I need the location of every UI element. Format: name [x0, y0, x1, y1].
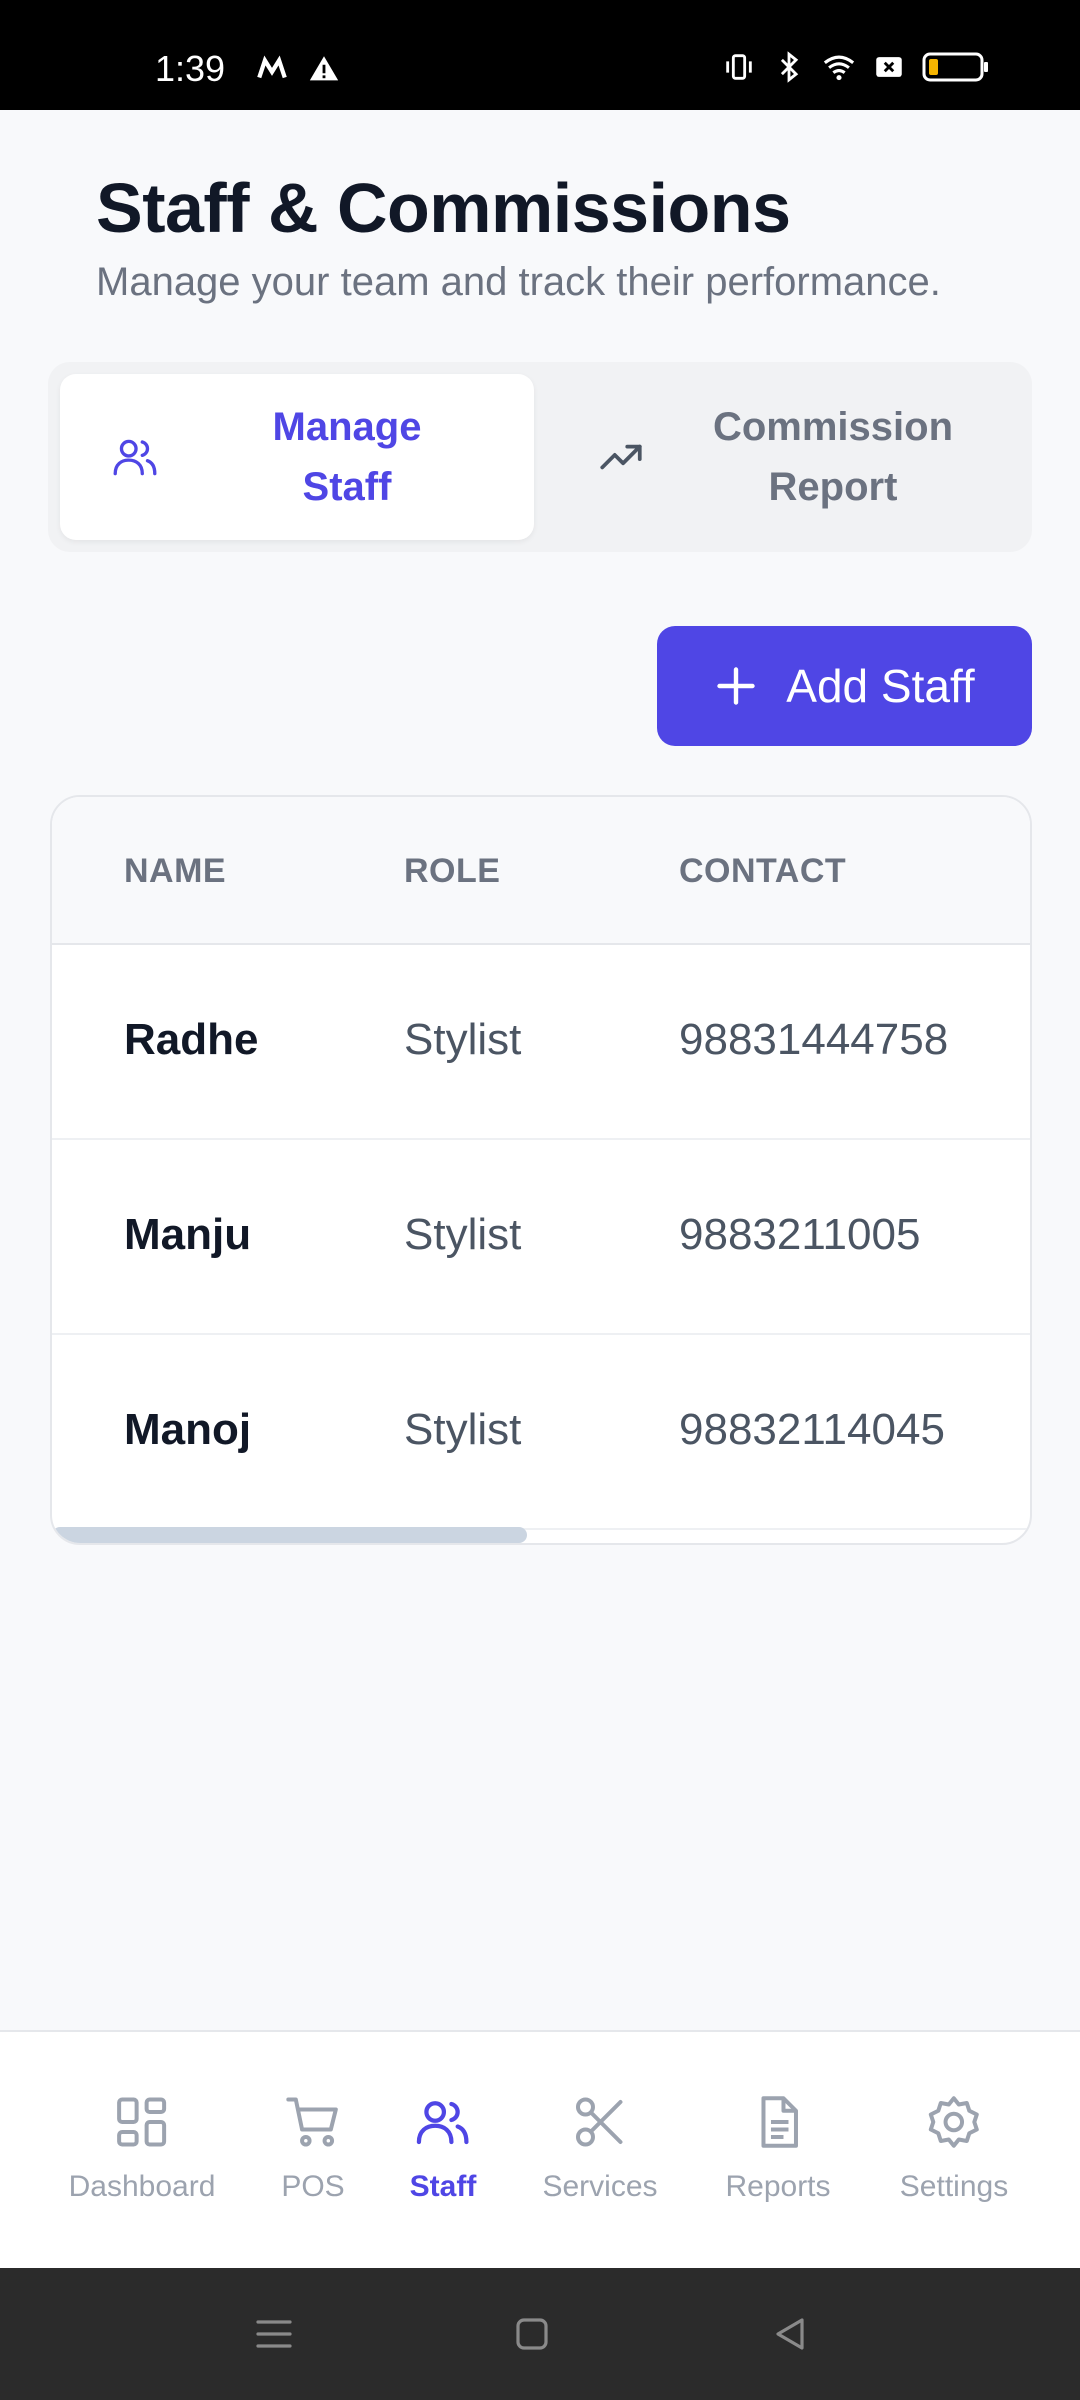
staff-role: Stylist — [404, 1405, 522, 1454]
nav-item-reports[interactable]: Reports — [725, 2092, 831, 2204]
back-icon[interactable] — [766, 2310, 814, 2358]
scissors-icon — [575, 2097, 622, 2147]
table-header: NAME ROLE CONTACT — [52, 797, 1030, 945]
nav-item-settings[interactable]: Settings — [900, 2092, 1008, 2204]
horizontal-scrollbar[interactable] — [52, 1527, 527, 1543]
tab-manage-staff[interactable]: Manage Staff — [60, 374, 534, 540]
column-header-role[interactable]: ROLE — [404, 852, 500, 891]
nav-item-services[interactable]: Services — [542, 2092, 658, 2204]
tab-commission-report[interactable]: Commission Report — [546, 374, 1020, 540]
segmented-tabs: Manage Staff Commission Report — [48, 362, 1032, 552]
wifi-icon — [823, 55, 855, 81]
plus-icon — [717, 667, 755, 705]
nav-label: Services — [542, 2170, 658, 2203]
system-navigation-bar — [0, 2268, 1080, 2400]
nav-item-pos[interactable]: POS — [281, 2092, 345, 2204]
no-sim-icon — [876, 57, 902, 77]
battery-icon — [922, 52, 988, 82]
tab-label-line1: Manage — [272, 405, 422, 449]
warning-icon — [309, 56, 339, 81]
page-subtitle: Manage your team and track their perform… — [96, 260, 941, 304]
nav-item-dashboard[interactable]: Dashboard — [68, 2092, 216, 2204]
menu-icon[interactable] — [250, 2310, 298, 2358]
staff-contact: 98832114045 — [679, 1405, 945, 1454]
nav-label: Dashboard — [68, 2170, 216, 2203]
tab-label-line1: Commission — [712, 405, 954, 449]
nav-label: Reports — [725, 2170, 831, 2203]
page-title: Staff & Commissions — [96, 169, 791, 247]
table-row[interactable]: Manoj Stylist 98832114045 — [52, 1335, 1030, 1530]
staff-name: Radhe — [124, 1015, 259, 1064]
staff-name: Manoj — [124, 1405, 252, 1454]
column-header-name[interactable]: NAME — [124, 852, 226, 891]
table-row[interactable]: Radhe Stylist 98831444758 — [52, 945, 1030, 1140]
gear-icon — [929, 2096, 979, 2148]
users-icon — [113, 439, 157, 476]
add-staff-label: Add Staff — [786, 660, 975, 712]
nav-label: Settings — [899, 2170, 1009, 2203]
nav-item-staff[interactable]: Staff — [409, 2092, 477, 2204]
nav-label: POS — [281, 2170, 345, 2203]
status-time: 1:39 — [155, 48, 226, 89]
m-app-icon — [257, 55, 287, 79]
staff-role: Stylist — [404, 1015, 522, 1064]
tab-label: Commission Report — [646, 397, 1020, 517]
column-header-contact[interactable]: CONTACT — [679, 852, 846, 891]
bottom-navigation: Dashboard POS Staff Services Reports Set… — [0, 2030, 1080, 2268]
document-icon — [760, 2096, 798, 2148]
tab-label-line2: Staff — [302, 465, 392, 509]
tab-label-line2: Report — [768, 465, 898, 509]
vibrate-icon — [726, 54, 752, 80]
home-icon[interactable] — [508, 2310, 556, 2358]
staff-contact: 98831444758 — [679, 1015, 949, 1064]
cart-icon — [285, 2097, 338, 2147]
status-bar: 1:39 — [0, 0, 1080, 110]
nav-label: Staff — [409, 2170, 477, 2203]
staff-name: Manju — [124, 1210, 252, 1259]
trending-up-icon — [600, 444, 642, 470]
table-row[interactable]: Manju Stylist 9883211005 — [52, 1140, 1030, 1335]
staff-table: NAME ROLE CONTACT Radhe Stylist 98831444… — [50, 795, 1032, 1545]
staff-contact: 9883211005 — [679, 1210, 921, 1259]
tab-label: Manage Staff — [160, 397, 534, 517]
add-staff-button[interactable]: Add Staff — [657, 626, 1032, 746]
bluetooth-icon — [780, 51, 799, 83]
staff-role: Stylist — [404, 1210, 522, 1259]
dashboard-icon — [117, 2097, 167, 2147]
users-icon — [417, 2101, 469, 2145]
